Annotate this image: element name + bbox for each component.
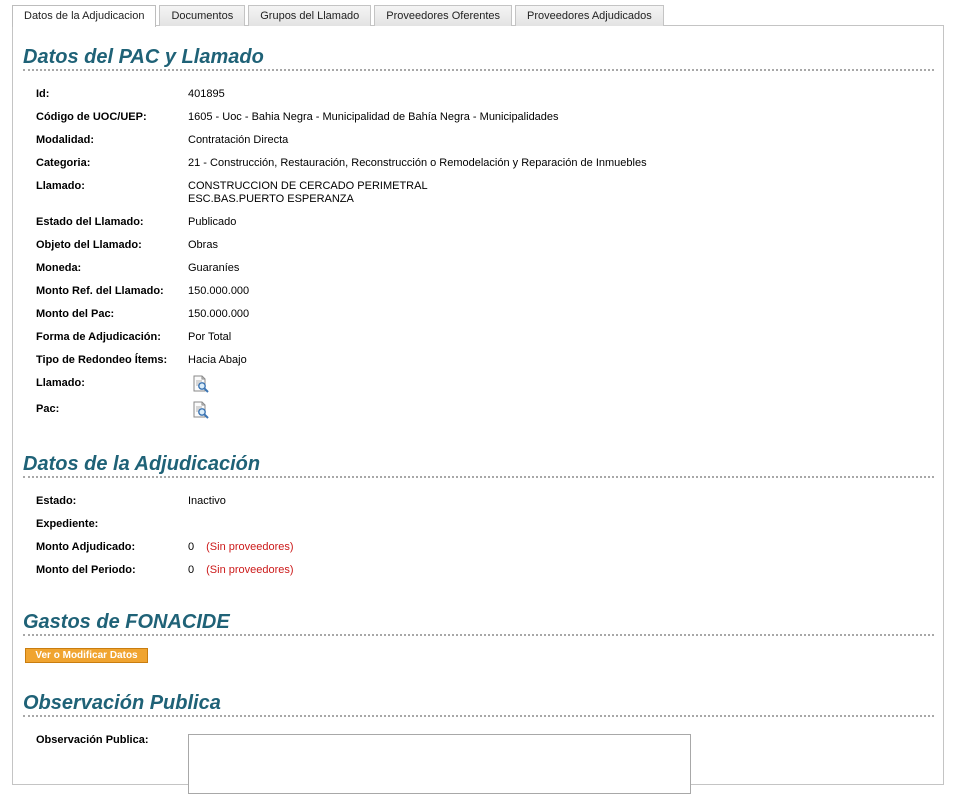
section-title-adjudicacion: Datos de la Adjudicación [23,453,934,478]
amount: 0 [188,541,195,553]
tab-panel: Datos del PAC y Llamado Id: 401895 Códig… [12,25,944,794]
field-label: Moneda: [36,262,82,274]
field-value: Por Total [188,331,232,343]
llamado-line-1: CONSTRUCCION DE CERCADO PERIMETRAL [188,180,428,192]
document-search-icon[interactable] [192,375,210,393]
no-providers-note: (Sin proveedores) [206,541,294,553]
field-label: Código de UOC/UEP: [36,111,147,123]
tab-documentos[interactable]: Documentos [159,5,246,26]
ver-modificar-datos-button[interactable]: Ver o Modificar Datos [25,648,148,663]
field-value: CONSTRUCCION DE CERCADO PERIMETRAL ESC.B… [188,180,428,206]
section-title-fonacide: Gastos de FONACIDE [23,611,934,636]
field-value: 1605 - Uoc - Bahia Negra - Municipalidad… [188,111,559,123]
section-title-pac: Datos del PAC y Llamado [23,46,934,71]
field-value: 401895 [188,88,225,100]
field-label: Monto Adjudicado: [36,541,136,553]
field-label: Categoria: [36,157,91,169]
field-value: 0 (Sin proveedores) [188,541,294,554]
observacion-textarea[interactable] [188,734,691,794]
field-label: Expediente: [36,518,99,530]
field-label: Monto del Pac: [36,308,115,320]
field-label: Llamado: [36,377,85,389]
field-label: Modalidad: [36,134,95,146]
document-search-icon[interactable] [192,401,210,419]
field-label: Monto Ref. del Llamado: [36,285,164,297]
field-value: Hacia Abajo [188,354,247,366]
section-title-observacion: Observación Publica [23,692,934,717]
no-providers-note: (Sin proveedores) [206,564,294,576]
field-value: 21 - Construcción, Restauración, Reconst… [188,157,647,169]
field-value: 150.000.000 [188,285,250,297]
field-label: Estado del Llamado: [36,216,144,228]
field-value: 0 (Sin proveedores) [188,564,294,577]
tab-grupos-llamado[interactable]: Grupos del Llamado [248,5,372,26]
tab-proveedores-adjudicados[interactable]: Proveedores Adjudicados [515,5,664,26]
tab-bar: Datos de la Adjudicacion Documentos Grup… [12,5,664,27]
field-label: Tipo de Redondeo Ítems: [36,354,168,366]
tab-proveedores-oferentes[interactable]: Proveedores Oferentes [374,5,513,26]
field-label: Id: [36,88,50,100]
field-label: Pac: [36,403,60,415]
llamado-line-2: ESC.BAS.PUERTO ESPERANZA [188,193,354,205]
field-value: Contratación Directa [188,134,289,146]
field-label: Monto del Periodo: [36,564,136,576]
field-label: Estado: [36,495,77,507]
field-value: Publicado [188,216,237,228]
field-label: Forma de Adjudicación: [36,331,161,343]
field-value: Guaraníes [188,262,240,274]
field-label: Observación Publica: [36,734,149,746]
field-value: Obras [188,239,218,251]
field-label: Llamado: [36,180,85,192]
field-label: Objeto del Llamado: [36,239,142,251]
field-value: Inactivo [188,495,226,507]
field-value: 150.000.000 [188,308,250,320]
amount: 0 [188,564,195,576]
tab-datos-adjudicacion[interactable]: Datos de la Adjudicacion [12,5,157,27]
